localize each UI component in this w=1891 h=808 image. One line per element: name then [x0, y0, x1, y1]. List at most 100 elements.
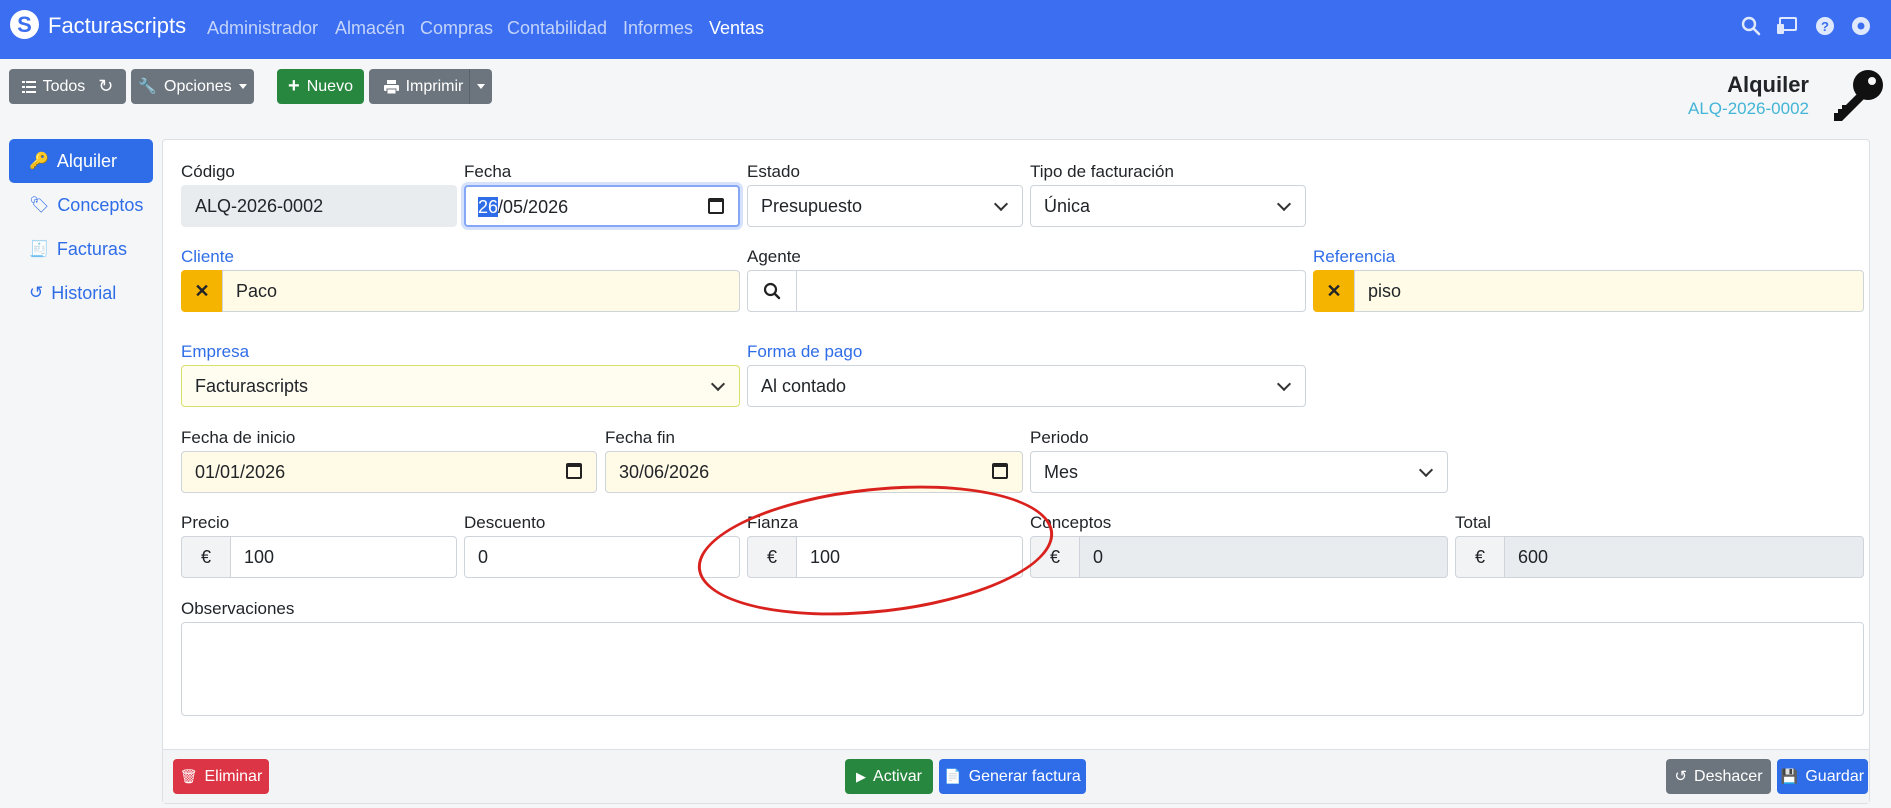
precio-field[interactable]: 100: [230, 536, 457, 578]
menu-compras[interactable]: Compras: [420, 18, 493, 39]
observaciones-textarea[interactable]: [181, 622, 1864, 716]
calendar-icon[interactable]: [708, 198, 724, 214]
fecha-rest: /05/2026: [498, 197, 569, 217]
empresa-value: Facturascripts: [195, 376, 309, 396]
imprimir-label: Imprimir: [405, 78, 464, 95]
empresa-label[interactable]: Empresa: [181, 342, 249, 362]
menu-contabilidad[interactable]: Contabilidad: [507, 18, 607, 39]
clear-cliente-button[interactable]: ✕: [181, 270, 223, 312]
brand-name[interactable]: Facturascripts: [48, 13, 186, 39]
tags-icon: 🏷: [29, 197, 50, 214]
menu-administrador[interactable]: Administrador: [207, 18, 318, 39]
nuevo-label: Nuevo: [306, 78, 353, 95]
key-icon: 🔑: [29, 153, 49, 170]
agente-label: Agente: [747, 247, 801, 266]
periodo-label: Periodo: [1030, 428, 1089, 447]
fecha-field[interactable]: 26/05/2026: [464, 185, 740, 227]
menu-almacen[interactable]: Almacén: [335, 18, 405, 39]
settings-icon[interactable]: [1850, 15, 1872, 37]
fecha-inicio-value: 01/01/2026: [195, 462, 286, 482]
estado-label: Estado: [747, 162, 800, 181]
deshacer-button[interactable]: ↺ Deshacer: [1666, 759, 1771, 794]
generar-factura-label: Generar factura: [968, 768, 1081, 785]
tab-conceptos[interactable]: 🏷 Conceptos: [9, 183, 153, 227]
forma-pago-select[interactable]: Al contado: [747, 365, 1306, 407]
opciones-button[interactable]: 🔧 Opciones: [131, 69, 254, 104]
file-icon: 📄: [944, 768, 962, 784]
list-icon: [21, 80, 36, 93]
periodo-select[interactable]: Mes: [1030, 451, 1448, 493]
tab-historial[interactable]: ↺ Historial: [9, 271, 153, 315]
chevron-down-icon: [1418, 462, 1434, 478]
conceptos-field: 0: [1079, 536, 1448, 578]
codigo-field: ALQ-2026-0002: [181, 185, 457, 227]
tab-alquiler-label: Alquiler: [56, 150, 117, 171]
precio-label: Precio: [181, 513, 230, 532]
guardar-button[interactable]: 💾 Guardar: [1777, 759, 1868, 794]
forma-pago-value: Al contado: [761, 376, 847, 396]
monitor-icon[interactable]: [1776, 15, 1798, 37]
codigo-label: Código: [181, 162, 235, 181]
fecha-fin-label: Fecha fin: [605, 428, 675, 447]
refresh-icon[interactable]: ↻: [98, 69, 113, 104]
key-icon: [1834, 70, 1883, 121]
save-icon: 💾: [1780, 768, 1799, 784]
todos-button[interactable]: Todos ↻: [9, 69, 126, 104]
periodo-value: Mes: [1044, 462, 1079, 482]
estado-select[interactable]: Presupuesto: [747, 185, 1023, 227]
opciones-label: Opciones: [164, 78, 232, 95]
tab-historial-label: Historial: [51, 282, 117, 303]
page-title: Alquiler: [1727, 72, 1809, 97]
search-icon[interactable]: [1740, 15, 1762, 37]
help-icon[interactable]: ?: [1814, 15, 1836, 37]
tab-alquiler[interactable]: 🔑 Alquiler: [9, 139, 153, 183]
caret-down-icon: [477, 84, 485, 89]
chevron-down-icon: [710, 376, 726, 392]
search-icon: [763, 282, 781, 300]
activar-button[interactable]: ▶ Activar: [845, 759, 933, 794]
total-field: 600: [1504, 536, 1864, 578]
calendar-icon[interactable]: [566, 463, 582, 479]
fecha-inicio-field[interactable]: 01/01/2026: [181, 451, 597, 493]
total-currency-addon: €: [1455, 536, 1505, 578]
plus-icon: +: [288, 75, 300, 97]
eliminar-button[interactable]: 🗑 Eliminar: [173, 759, 269, 794]
guardar-label: Guardar: [1805, 768, 1865, 785]
cliente-label[interactable]: Cliente: [181, 247, 234, 267]
precio-currency-addon: €: [181, 536, 231, 578]
tab-facturas[interactable]: 🧾 Facturas: [9, 227, 153, 271]
facturascripts-logo-icon[interactable]: S: [10, 10, 39, 39]
empresa-select[interactable]: Facturascripts: [181, 365, 740, 407]
tipo-facturacion-select[interactable]: Única: [1030, 185, 1306, 227]
clear-referencia-button[interactable]: ✕: [1313, 270, 1355, 312]
referencia-field[interactable]: piso: [1354, 270, 1864, 312]
descuento-label: Descuento: [464, 513, 546, 532]
tipo-facturacion-value: Única: [1044, 196, 1091, 216]
history-icon: ↺: [29, 283, 44, 302]
generar-factura-button[interactable]: 📄 Generar factura: [939, 759, 1086, 794]
form-footer: 🗑 Eliminar ▶ Activar 📄 Generar factura ↺…: [163, 749, 1869, 803]
total-label: Total: [1455, 513, 1491, 532]
cliente-field[interactable]: Paco: [222, 270, 740, 312]
play-icon: ▶: [856, 769, 867, 784]
forma-pago-label[interactable]: Forma de pago: [747, 342, 862, 362]
menu-informes[interactable]: Informes: [623, 18, 693, 39]
fecha-fin-value: 30/06/2026: [619, 462, 710, 482]
page-code: ALQ-2026-0002: [1688, 99, 1809, 118]
tipo-facturacion-label: Tipo de facturación: [1030, 162, 1174, 181]
menu-ventas[interactable]: Ventas: [709, 18, 764, 39]
chevron-down-icon: [1276, 196, 1292, 212]
eliminar-label: Eliminar: [204, 768, 263, 785]
svg-text:?: ?: [1821, 19, 1829, 34]
top-navbar: S Facturascripts Administrador Almacén C…: [0, 0, 1891, 59]
nuevo-button[interactable]: + Nuevo: [277, 69, 364, 104]
invoice-icon: 🧾: [29, 241, 49, 258]
calendar-icon[interactable]: [992, 463, 1008, 479]
agente-search-button[interactable]: [747, 270, 797, 312]
imprimir-dropdown-button[interactable]: [469, 69, 492, 104]
referencia-label[interactable]: Referencia: [1313, 247, 1395, 267]
undo-icon: ↺: [1674, 768, 1688, 785]
estado-value: Presupuesto: [761, 196, 863, 216]
agente-field[interactable]: [796, 270, 1306, 312]
imprimir-button[interactable]: Imprimir: [369, 69, 478, 104]
